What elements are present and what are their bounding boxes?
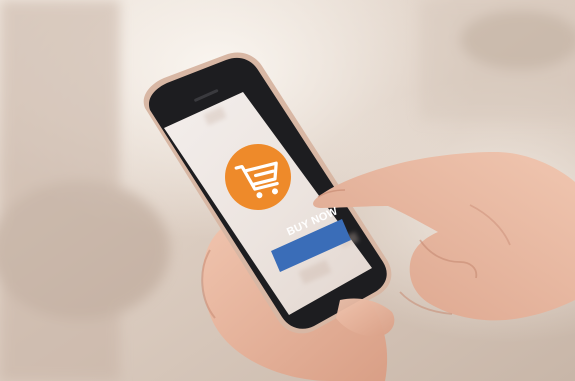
- photo-scene: [0, 0, 575, 381]
- shopping-cart-icon[interactable]: [225, 144, 291, 210]
